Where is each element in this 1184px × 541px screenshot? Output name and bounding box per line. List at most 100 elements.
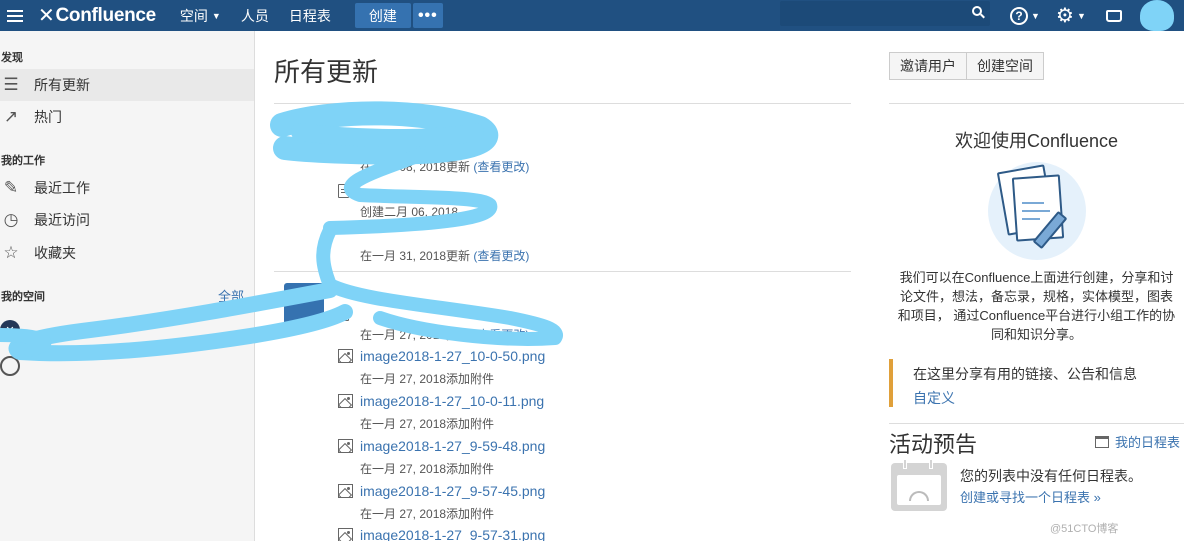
page-icon	[338, 307, 349, 321]
item-meta: 在一月 27, 2018添加附件	[360, 417, 495, 431]
attachment-link[interactable]: image2018-1-27_10-0-11.png	[360, 393, 544, 409]
user-avatar[interactable]	[1140, 0, 1174, 31]
attachment-item: image2018-1-27_10-0-11.png 在一月 27, 2018添…	[338, 391, 544, 432]
calendar-icon	[1095, 435, 1109, 448]
divider	[889, 103, 1184, 104]
list-item: 在二月 08, 2018更新 (查看更改)	[338, 136, 529, 175]
view-changes-link[interactable]: (查看更改)	[473, 160, 529, 174]
nav-calendars[interactable]: 日程表	[279, 0, 341, 31]
sidebar-item-favorites[interactable]: ☆ 收藏夹	[0, 237, 254, 269]
sidebar-item-label: 所有更新	[34, 77, 90, 93]
list-item: 在一月 27, 2018更新 (查看更改)	[338, 304, 529, 343]
sidebar-item-label: 收藏夹	[34, 245, 76, 261]
star-icon: ☆	[3, 243, 19, 262]
welcome-line: 我们可以在Confluence上面进行创建，分享和讨	[899, 270, 1174, 285]
empty-calendar-icon	[891, 459, 947, 511]
nav-spaces-label: 空间	[179, 7, 208, 24]
notifications-button[interactable]	[1106, 0, 1122, 31]
item-meta: 在一月 31, 2018更新	[360, 249, 471, 263]
nav-people-label: 人员	[240, 7, 269, 24]
search-icon	[972, 6, 982, 16]
page-icon	[338, 184, 349, 198]
gear-icon: ⚙	[1056, 5, 1074, 27]
nav-people[interactable]: 人员	[231, 0, 279, 31]
all-spaces-link[interactable]: 全部	[218, 286, 244, 305]
create-space-button[interactable]: 创建空间	[967, 52, 1044, 80]
sidebar-heading-my-work: 我的工作	[1, 155, 45, 167]
sidebar-heading-my-spaces: 我的空间	[1, 291, 45, 303]
image-icon	[338, 439, 353, 453]
sidebar-item-label: 热门	[34, 109, 62, 125]
inbox-icon	[1106, 9, 1122, 22]
sidebar-item-label: 最近工作	[34, 180, 90, 196]
attachment-link[interactable]: image2018-1-27_9-57-31.png	[360, 527, 545, 541]
clock-icon: ◷	[3, 210, 19, 229]
sidebar-item-popular[interactable]: ↗ 热门	[0, 101, 254, 133]
sidebar-heading-discover: 发现	[1, 52, 23, 64]
sidebar-item-recently-visited[interactable]: ◷ 最近访问	[0, 204, 254, 236]
welcome-line: 和项目， 通过Confluence平台进行小组工作的协	[897, 308, 1176, 323]
watermark: @51CTO博客	[1050, 523, 1119, 535]
image-icon	[338, 528, 353, 541]
list-item: 在一月 31, 2018更新 (查看更改)	[338, 225, 529, 264]
chevron-down-icon: ▼	[1031, 10, 1040, 21]
menu-icon[interactable]	[0, 0, 30, 31]
space-avatar[interactable]	[0, 356, 20, 376]
announcement-box: 在这里分享有用的链接、公告和信息 自定义	[889, 359, 1184, 407]
sidebar-item-label: 最近访问	[34, 212, 90, 228]
image-icon	[338, 394, 353, 408]
attachment-link[interactable]: image2018-1-27_10-0-50.png	[360, 348, 545, 364]
main-nav: 空间 ▼ 人员 日程表	[170, 0, 341, 31]
chevron-down-icon: ▼	[211, 10, 221, 21]
invite-users-button[interactable]: 邀请用户	[889, 52, 967, 80]
divider	[274, 271, 851, 272]
logo-text: Confluence	[55, 4, 156, 26]
find-calendar-link[interactable]: 创建或寻找一个日程表 »	[960, 487, 1101, 506]
customize-link[interactable]: 自定义	[913, 388, 1184, 408]
trending-icon: ↗	[3, 107, 19, 126]
welcome-title: 欢迎使用Confluence	[954, 131, 1119, 151]
nav-calendars-label: 日程表	[288, 7, 331, 24]
space-avatar[interactable]: ✕	[0, 320, 20, 340]
divider	[889, 423, 1184, 424]
sidebar: 发现 ☰ 所有更新 ↗ 热门 我的工作 ✎ 最近工作 ◷ 最近访问 ☆ 收藏夹 …	[0, 31, 255, 541]
sidebar-item-all-updates[interactable]: ☰ 所有更新	[0, 69, 254, 101]
item-meta: 在一月 27, 2018更新	[360, 328, 471, 342]
image-icon	[338, 484, 353, 498]
welcome-line: 论文件，想法，备忘录，规格，实体模型，图表	[899, 289, 1173, 304]
help-icon: ?	[1010, 6, 1028, 25]
item-meta: 在一月 27, 2018添加附件	[360, 372, 495, 386]
view-changes-link[interactable]: (查看更改)	[473, 249, 529, 263]
confluence-logo[interactable]: ✕ Confluence	[38, 3, 156, 28]
top-navigation-bar: ✕ Confluence 空间 ▼ 人员 日程表 创建 •••	[0, 0, 1184, 31]
attachment-link[interactable]: image2018-1-27_9-57-45.png	[360, 483, 545, 499]
help-menu[interactable]: ? ▼	[1010, 0, 1040, 31]
announcement-text: 在这里分享有用的链接、公告和信息	[913, 366, 1137, 382]
create-button[interactable]: 创建	[354, 3, 411, 28]
item-meta: 在一月 27, 2018添加附件	[360, 507, 495, 521]
sidebar-item-recent-work[interactable]: ✎ 最近工作	[0, 172, 254, 204]
list-icon: ☰	[3, 75, 19, 94]
item-meta: 创建二月 06, 2018	[360, 205, 459, 219]
welcome-line: 同和知识分享。	[990, 327, 1082, 342]
image-icon	[338, 349, 353, 363]
settings-menu[interactable]: ⚙ ▼	[1056, 0, 1086, 31]
attachment-item: image2018-1-27_9-59-48.png 在一月 27, 2018添…	[338, 436, 545, 477]
view-changes-link[interactable]: (查看更改)	[473, 328, 529, 342]
confluence-mark-icon: ✕	[38, 5, 55, 27]
page-icon	[338, 139, 349, 153]
more-options-button[interactable]: •••	[412, 3, 443, 28]
nav-spaces[interactable]: 空间 ▼	[170, 0, 231, 31]
attachment-link[interactable]: image2018-1-27_9-59-48.png	[360, 438, 545, 454]
chevron-down-icon: ▼	[1076, 10, 1086, 21]
no-calendars-text: 您的列表中没有任何日程表。	[960, 468, 1142, 484]
search-input[interactable]	[780, 1, 990, 26]
upcoming-events-title: 活动预告	[889, 432, 978, 457]
edit-icon: ✎	[3, 178, 19, 197]
my-calendars-label: 我的日程表	[1115, 435, 1181, 450]
item-meta: 在二月 08, 2018更新	[360, 160, 471, 174]
document-illustration-icon	[988, 162, 1086, 260]
user-avatar[interactable]	[284, 283, 324, 327]
attachment-item: image2018-1-27_9-57-45.png 在一月 27, 2018添…	[338, 481, 545, 522]
my-calendars-link[interactable]: 我的日程表	[1095, 432, 1180, 451]
